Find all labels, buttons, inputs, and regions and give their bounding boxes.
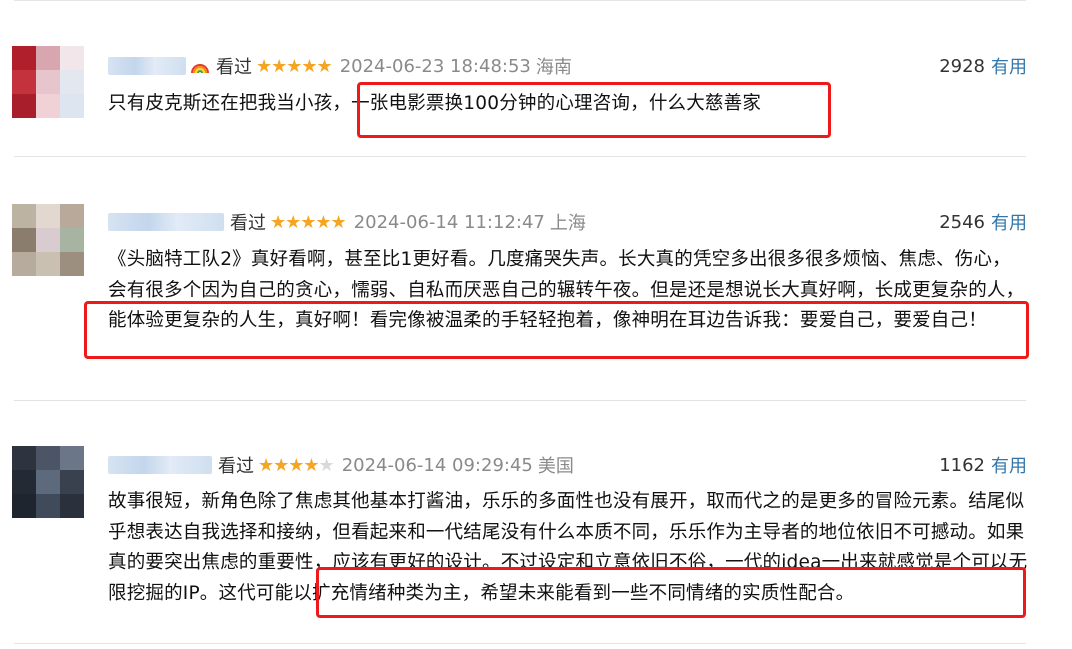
comment-region: 海南 [535, 57, 572, 78]
vote-count: 2546 [939, 211, 985, 233]
comment-date[interactable]: 2024-06-23 18:48:53 [340, 56, 531, 77]
watched-label: 看过 [216, 57, 252, 78]
username-blurred[interactable] [108, 213, 224, 231]
comment-divider [14, 156, 1026, 157]
vote-area: 1162 有用 [939, 452, 1027, 478]
watched-label: 看过 [218, 456, 254, 477]
highlight-box [84, 301, 1029, 359]
username-blurred[interactable] [108, 456, 212, 474]
star-rating: ★★★★★ [256, 55, 333, 77]
avatar[interactable] [12, 446, 84, 518]
comment-divider [14, 400, 1026, 401]
watched-label: 看过 [230, 213, 266, 234]
star-empty-icon: ★ [318, 454, 335, 476]
comment-item-2: 看过 ★★★★★ 2024-06-14 11:12:47 上海 2546 有用 … [0, 160, 1072, 400]
star-icon: ★★★★ [258, 454, 320, 476]
star-rating: ★★★★★ [258, 454, 335, 476]
star-rating: ★★★★★ [270, 211, 347, 233]
vote-useful-button[interactable]: 有用 [991, 209, 1027, 235]
highlight-box [357, 82, 831, 138]
comment-date[interactable]: 2024-06-14 11:12:47 [354, 212, 545, 233]
vote-useful-button[interactable]: 有用 [991, 53, 1027, 79]
comment-meta: 看过 ★★★★★ 2024-06-23 18:48:53 海南 [108, 53, 572, 79]
comment-meta: 看过 ★★★★★ 2024-06-14 11:12:47 上海 [108, 209, 586, 235]
comment-divider [14, 643, 1026, 644]
vote-count: 2928 [939, 55, 985, 77]
vote-area: 2546 有用 [939, 209, 1027, 235]
comment-meta: 看过 ★★★★★ 2024-06-14 09:29:45 美国 [108, 452, 574, 478]
highlight-box [316, 567, 1026, 618]
vote-count: 1162 [939, 454, 985, 476]
vote-useful-button[interactable]: 有用 [991, 452, 1027, 478]
rainbow-icon [190, 57, 210, 75]
avatar[interactable] [12, 204, 84, 276]
comment-region: 美国 [537, 456, 574, 477]
comment-date[interactable]: 2024-06-14 09:29:45 [342, 455, 533, 476]
star-icon: ★★★★★ [256, 55, 333, 77]
star-icon: ★★★★★ [270, 211, 347, 233]
avatar[interactable] [12, 46, 84, 118]
comment-region: 上海 [549, 213, 586, 234]
vote-area: 2928 有用 [939, 53, 1027, 79]
username-blurred[interactable] [108, 57, 186, 75]
